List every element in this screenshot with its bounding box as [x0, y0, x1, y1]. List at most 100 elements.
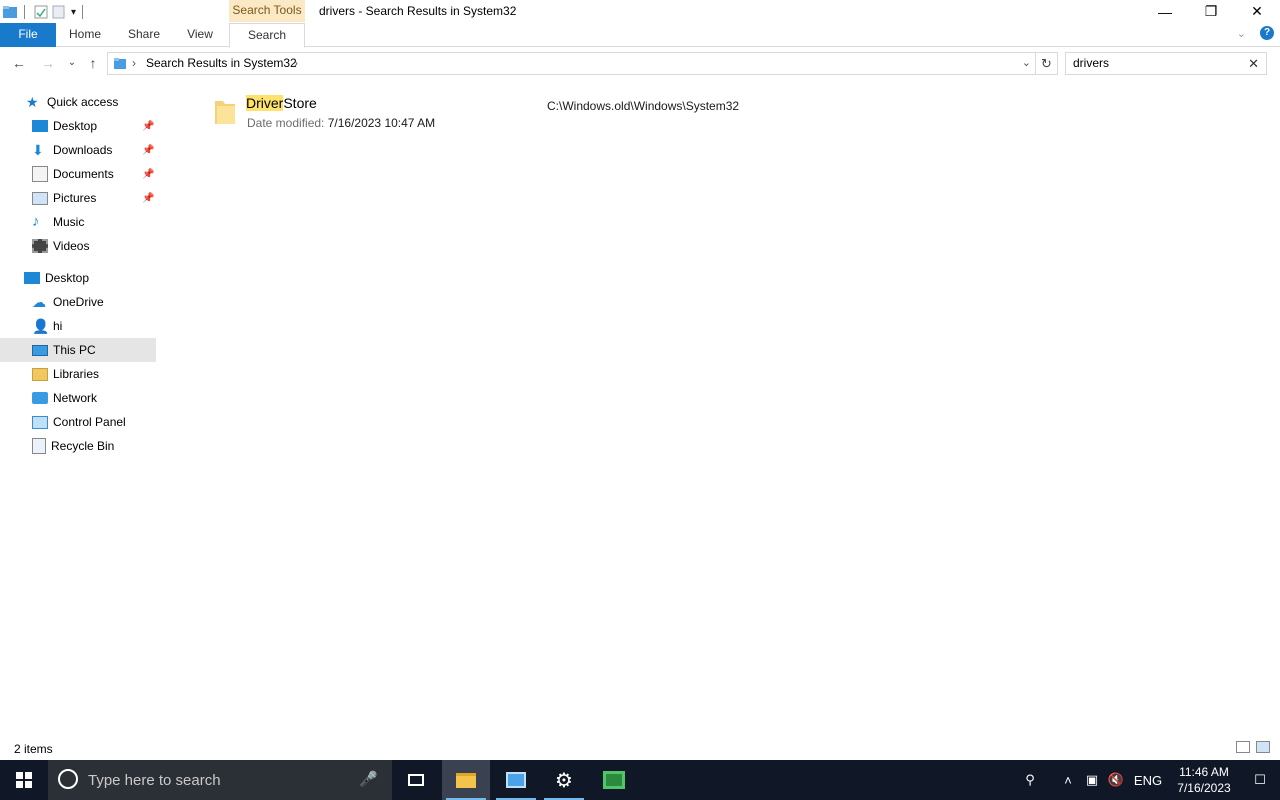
- nav-libraries[interactable]: Libraries: [0, 362, 156, 386]
- user-icon: 👤: [32, 318, 50, 334]
- breadcrumb-chevron-icon[interactable]: ›: [294, 56, 298, 70]
- taskbar-search-placeholder: Type here to search: [88, 772, 221, 789]
- search-input[interactable]: [1073, 56, 1243, 70]
- network-icon: [32, 392, 48, 404]
- search-box[interactable]: ✕: [1065, 52, 1267, 75]
- breadcrumb[interactable]: Search Results in System32: [146, 56, 297, 70]
- restore-button[interactable]: ❐: [1188, 0, 1234, 23]
- nav-downloads[interactable]: ⬇ Downloads 📌: [0, 138, 156, 162]
- taskbar-settings[interactable]: ⚙: [540, 760, 588, 800]
- volume-muted-icon[interactable]: 🔇: [1104, 772, 1128, 788]
- up-button[interactable]: ↑: [84, 54, 102, 72]
- control-panel-icon: [32, 415, 48, 429]
- nav-label: Pictures: [53, 191, 97, 205]
- pin-icon: 📌: [142, 120, 155, 132]
- nav-desktop-root[interactable]: Desktop: [0, 266, 156, 290]
- tab-home[interactable]: Home: [65, 23, 105, 47]
- properties-icon[interactable]: [33, 4, 49, 20]
- taskbar-search-box[interactable]: Type here to search 🎤: [48, 760, 392, 800]
- clear-search-icon[interactable]: ✕: [1248, 56, 1259, 72]
- tab-search[interactable]: Search: [229, 23, 305, 48]
- gear-icon: ⚙: [555, 769, 573, 792]
- system-tray: ⚲ ˄ ▣ 🔇 ENG 11:46 AM 7/16/2023 ☐: [1018, 760, 1280, 800]
- date-value: 7/16/2023 10:47 AM: [327, 116, 436, 130]
- nav-documents[interactable]: Documents 📌: [0, 162, 156, 186]
- task-view-icon: [408, 774, 424, 786]
- result-path: C:\Windows.old\Windows\System32: [547, 99, 740, 113]
- customize-qat-icon[interactable]: ▾: [71, 7, 76, 18]
- result-name[interactable]: DriverStore: [246, 95, 317, 111]
- close-button[interactable]: ✕: [1234, 0, 1280, 23]
- nav-recycle-bin[interactable]: Recycle Bin: [0, 434, 156, 458]
- desktop-icon: [32, 120, 48, 132]
- nav-onedrive[interactable]: ☁ OneDrive: [0, 290, 156, 314]
- expand-ribbon-icon[interactable]: ⌄: [1237, 27, 1246, 40]
- language-indicator[interactable]: ENG: [1128, 773, 1168, 788]
- microphone-icon[interactable]: 🎤: [359, 770, 378, 788]
- pin-icon: 📌: [142, 192, 155, 204]
- forward-button[interactable]: →: [39, 54, 57, 72]
- clock[interactable]: 11:46 AM 7/16/2023: [1168, 764, 1240, 796]
- nav-music[interactable]: ♪ Music: [0, 210, 156, 234]
- result-date: Date modified: 7/16/2023 10:47 AM: [247, 116, 435, 130]
- minimize-button[interactable]: —: [1142, 0, 1188, 23]
- address-bar[interactable]: › Search Results in System32 › ⌄: [107, 52, 1036, 75]
- taskbar: Type here to search 🎤 ⚙ ⚲ ˄ ▣ 🔇 ENG 11:4…: [0, 760, 1280, 800]
- help-icon[interactable]: ?: [1260, 26, 1274, 40]
- network-status-icon[interactable]: ▣: [1080, 772, 1104, 788]
- folder-icon: [215, 101, 235, 124]
- nav-desktop-pinned[interactable]: Desktop 📌: [0, 114, 156, 138]
- cloud-icon: ☁: [32, 294, 46, 310]
- details-view-icon[interactable]: [1236, 741, 1250, 753]
- notifications-icon[interactable]: ☐: [1240, 772, 1280, 788]
- nav-label: Downloads: [53, 143, 113, 157]
- app-window-icon: [603, 771, 625, 789]
- divider: [24, 5, 25, 19]
- control-panel-icon: [506, 772, 526, 788]
- folder-icon: [456, 772, 476, 788]
- windows-logo-icon: [16, 772, 32, 788]
- nav-label: Desktop: [53, 119, 98, 133]
- taskbar-app-window[interactable]: [590, 760, 638, 800]
- people-icon[interactable]: ⚲: [1018, 772, 1042, 788]
- recycle-bin-icon: [32, 438, 46, 454]
- nav-label: Quick access: [47, 95, 119, 109]
- taskbar-control-panel[interactable]: [492, 760, 540, 800]
- nav-label: Videos: [53, 239, 90, 253]
- nav-network[interactable]: Network: [0, 386, 156, 410]
- nav-label: OneDrive: [53, 295, 104, 309]
- ribbon-tabs: File Home Share View Search ⌄ ?: [0, 23, 1280, 48]
- nav-user[interactable]: 👤 hi: [0, 314, 156, 338]
- nav-quick-access[interactable]: ★ Quick access: [0, 90, 156, 114]
- search-result-item[interactable]: DriverStore Date modified: 7/16/2023 10:…: [210, 93, 810, 133]
- nav-this-pc[interactable]: This PC: [0, 338, 156, 362]
- nav-pictures[interactable]: Pictures 📌: [0, 186, 156, 210]
- search-results-icon: [114, 58, 126, 69]
- tab-view[interactable]: View: [180, 23, 220, 47]
- tab-file[interactable]: File: [0, 23, 56, 47]
- quick-access-toolbar: ▾: [0, 2, 89, 22]
- refresh-button[interactable]: ↻: [1036, 52, 1058, 75]
- cortana-circle-icon: [58, 769, 78, 789]
- nav-label: Libraries: [53, 367, 100, 381]
- nav-label: Control Panel: [53, 415, 126, 429]
- divider: [82, 5, 84, 19]
- back-button[interactable]: ←: [10, 54, 28, 72]
- chevron-up-icon[interactable]: ˄: [1056, 773, 1080, 788]
- recent-locations-icon[interactable]: ⌄: [63, 54, 81, 72]
- address-dropdown-icon[interactable]: ⌄: [1022, 56, 1031, 69]
- task-view-button[interactable]: [392, 760, 440, 800]
- download-arrow-icon: ⬇: [32, 142, 44, 158]
- nav-videos[interactable]: Videos: [0, 234, 156, 258]
- nav-label: Desktop: [45, 271, 90, 285]
- nav-control-panel[interactable]: Control Panel: [0, 410, 156, 434]
- music-note-icon: ♪: [32, 213, 40, 230]
- tab-share[interactable]: Share: [124, 23, 164, 47]
- breadcrumb-chevron-icon[interactable]: ›: [132, 56, 136, 70]
- start-button[interactable]: [0, 760, 48, 800]
- large-icons-view-icon[interactable]: [1256, 741, 1270, 753]
- new-folder-icon[interactable]: [51, 4, 67, 20]
- taskbar-file-explorer[interactable]: [442, 760, 490, 800]
- pictures-icon: [32, 191, 48, 205]
- pin-icon: 📌: [142, 144, 155, 156]
